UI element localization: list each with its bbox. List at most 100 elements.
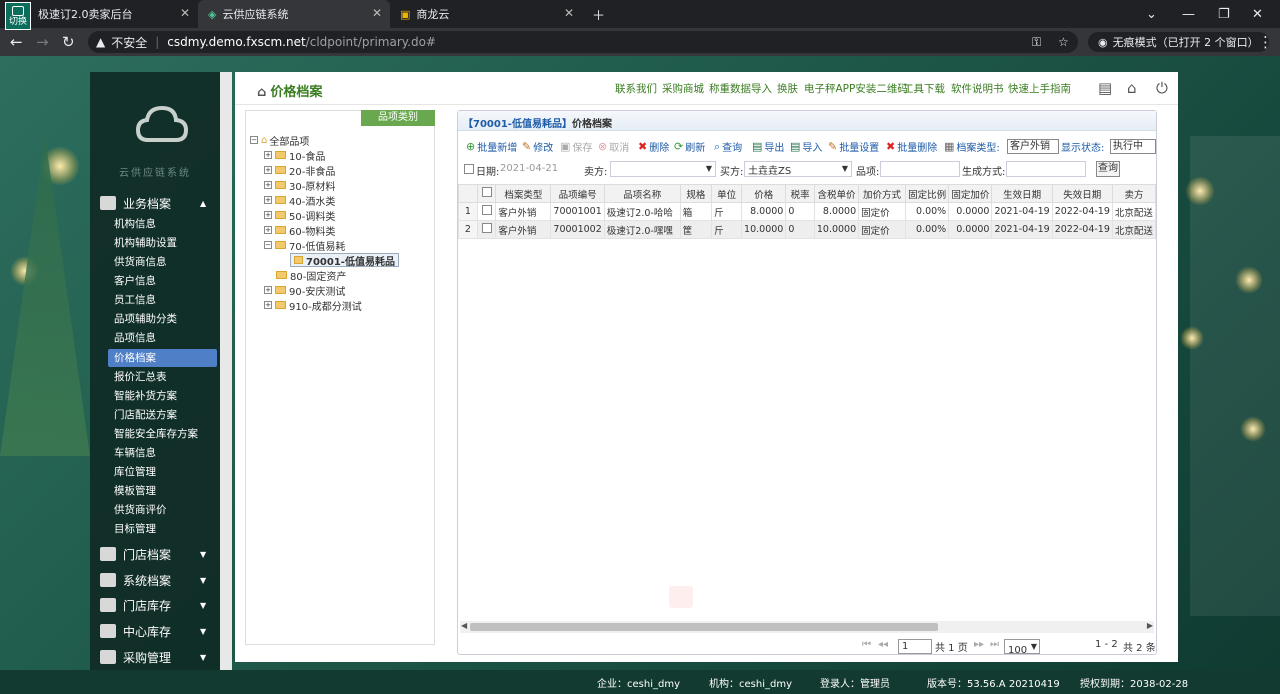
next-page-icon[interactable]: ▸▸ bbox=[974, 639, 984, 650]
forward-icon[interactable]: → bbox=[36, 33, 49, 51]
menu-group-purchase[interactable]: 采购管理 ▼ bbox=[100, 646, 206, 668]
new-tab-icon[interactable]: ＋ bbox=[592, 0, 605, 28]
date-checkbox[interactable] bbox=[464, 164, 474, 174]
edit-button[interactable]: ✎ 修改 bbox=[522, 139, 553, 154]
menu-item[interactable]: 目标管理 bbox=[108, 520, 217, 538]
link-mall[interactable]: 采购商城 bbox=[662, 81, 704, 96]
row-checkbox[interactable] bbox=[476, 220, 497, 239]
horizontal-scrollbar[interactable]: ◀ ▶ bbox=[460, 621, 1154, 633]
keyboard-icon[interactable]: ▤ bbox=[1098, 79, 1112, 97]
column-header[interactable]: 档案类型 bbox=[495, 184, 552, 203]
export-button[interactable]: ▤ 导出 bbox=[752, 139, 784, 154]
menu-group-store-stock[interactable]: 门店库存 ▼ bbox=[100, 594, 206, 616]
tree-node[interactable]: +60-物料类 bbox=[264, 223, 335, 238]
profile-menu-icon[interactable]: ⌄ bbox=[1146, 0, 1157, 28]
archive-type-select[interactable]: 客户外销 bbox=[1007, 139, 1059, 154]
row-checkbox[interactable] bbox=[476, 202, 497, 221]
link-app-qrcode[interactable]: 电子秤APP安装二维码 bbox=[804, 81, 908, 96]
menu-item[interactable]: 车辆信息 bbox=[108, 444, 217, 462]
home-nav-icon[interactable]: ⌂ bbox=[1127, 79, 1137, 97]
column-header[interactable]: 价格 bbox=[741, 184, 787, 203]
link-skin[interactable]: 换肤 bbox=[777, 81, 798, 96]
menu-item[interactable]: 品项信息 bbox=[108, 329, 217, 347]
tree-node[interactable]: 80-固定资产 bbox=[276, 268, 346, 283]
tree-node[interactable]: +10-食品 bbox=[264, 148, 325, 163]
table-row[interactable]: 1 客户外销 70001001 极速订2.0-哈哈 箱 斤 8.0000 0 8… bbox=[458, 202, 1157, 221]
close-tab-icon[interactable]: ✕ bbox=[180, 6, 190, 20]
menu-item[interactable]: 模板管理 bbox=[108, 482, 217, 500]
menu-item[interactable]: 报价汇总表 bbox=[108, 368, 217, 386]
menu-item[interactable]: 员工信息 bbox=[108, 291, 217, 309]
column-header[interactable]: 固定加价 bbox=[948, 184, 993, 203]
column-header[interactable]: 失效日期 bbox=[1051, 184, 1113, 203]
menu-item[interactable]: 供货商信息 bbox=[108, 253, 217, 271]
link-contact[interactable]: 联系我们 bbox=[615, 81, 657, 96]
link-weigh-import[interactable]: 称重数据导入 bbox=[709, 81, 772, 96]
cancel-button[interactable]: ⊗ 取消 bbox=[598, 139, 629, 154]
batch-add-button[interactable]: ⊕ 批量新增 bbox=[466, 139, 517, 154]
refresh-button[interactable]: ⟳ 刷新 bbox=[674, 139, 705, 154]
menu-item[interactable]: 门店配送方案 bbox=[108, 406, 217, 424]
reload-icon[interactable]: ↻ bbox=[62, 33, 75, 51]
tree-node[interactable]: +50-调料类 bbox=[264, 208, 335, 223]
column-header[interactable]: 单位 bbox=[711, 184, 743, 203]
import-button[interactable]: ▤ 导入 bbox=[790, 139, 822, 154]
tree-node[interactable]: −70-低值易耗 bbox=[264, 238, 345, 253]
browser-tab[interactable]: 极速订2.0卖家后台 ✕ bbox=[28, 0, 198, 28]
close-window-icon[interactable]: ✕ bbox=[1252, 0, 1263, 28]
menu-item[interactable]: 智能补货方案 bbox=[108, 387, 217, 405]
menu-item-active[interactable]: 价格档案 bbox=[108, 349, 217, 367]
menu-group-system[interactable]: 系统档案 ▼ bbox=[100, 569, 206, 591]
item-input[interactable] bbox=[880, 161, 960, 177]
column-header[interactable]: 加价方式 bbox=[858, 184, 906, 203]
batch-set-button[interactable]: ✎ 批量设置 bbox=[828, 139, 879, 154]
back-icon[interactable]: ← bbox=[10, 33, 23, 51]
column-header[interactable]: 税率 bbox=[785, 184, 815, 203]
prev-page-icon[interactable]: ◂◂ bbox=[878, 639, 888, 650]
menu-group-business[interactable]: 业务档案 ▲ bbox=[100, 192, 206, 214]
power-icon[interactable]: ⏻ bbox=[1156, 79, 1168, 97]
tree-node[interactable]: +40-酒水类 bbox=[264, 193, 335, 208]
column-header[interactable]: 含税单价 bbox=[813, 184, 860, 203]
query-button[interactable]: ⌕ 查询 bbox=[714, 139, 742, 155]
menu-item[interactable]: 供货商评价 bbox=[108, 501, 217, 519]
menu-item[interactable]: 库位管理 bbox=[108, 463, 217, 481]
column-header[interactable]: 卖方 bbox=[1111, 184, 1157, 203]
column-header[interactable]: 品项编号 bbox=[550, 184, 605, 203]
minimize-icon[interactable]: — bbox=[1182, 0, 1195, 28]
table-row[interactable]: 2 客户外销 70001002 极速订2.0-嘿嘿 筐 斤 10.0000 0 … bbox=[458, 220, 1157, 239]
delete-button[interactable]: ✖ 删除 bbox=[638, 139, 669, 154]
select-all-checkbox[interactable] bbox=[476, 184, 497, 203]
tree-node[interactable]: +910-成都分测试 bbox=[264, 298, 362, 313]
sidebar-scrollbar[interactable] bbox=[220, 72, 232, 670]
more-menu-icon[interactable]: ⋮ bbox=[1258, 33, 1273, 51]
display-status-select[interactable]: 执行中 bbox=[1110, 139, 1156, 154]
menu-item[interactable]: 机构辅助设置 bbox=[108, 234, 217, 252]
star-icon[interactable]: ☆ bbox=[1058, 35, 1069, 49]
page-input[interactable]: 1 bbox=[898, 639, 932, 654]
url-field[interactable]: ▲ 不安全 | csdmy.demo.fxscm.net/cldpoint/pr… bbox=[88, 31, 1078, 53]
browser-tab-active[interactable]: ◈ 云供应链系统 ✕ bbox=[198, 0, 390, 28]
menu-item[interactable]: 品项辅助分类 bbox=[108, 310, 217, 328]
column-header[interactable]: 固定比例 bbox=[904, 184, 950, 203]
menu-group-center-stock[interactable]: 中心库存 ▼ bbox=[100, 620, 206, 642]
menu-item[interactable]: 机构信息 bbox=[108, 215, 217, 233]
batch-delete-button[interactable]: ✖ 批量删除 bbox=[886, 139, 937, 154]
key-icon[interactable]: ⚿ bbox=[1032, 35, 1041, 50]
link-manual[interactable]: 软件说明书 bbox=[951, 81, 1004, 96]
tree-root[interactable]: − ⌂ 全部品项 bbox=[250, 133, 309, 148]
close-tab-icon[interactable]: ✕ bbox=[372, 6, 382, 20]
tree-node[interactable]: +30-原材料 bbox=[264, 178, 335, 193]
page-size-select[interactable]: 100 ▼ bbox=[1004, 639, 1040, 656]
tree-node[interactable]: +90-安庆测试 bbox=[264, 283, 345, 298]
link-tool-download[interactable]: 工具下载 bbox=[903, 81, 945, 96]
first-page-icon[interactable]: ⏮ bbox=[862, 639, 871, 650]
column-header[interactable]: 品项名称 bbox=[603, 184, 681, 203]
switch-button[interactable]: 切换 bbox=[5, 2, 31, 30]
maximize-icon[interactable]: ❐ bbox=[1218, 0, 1230, 28]
buyer-select[interactable]: 土垚垚ZS ▼ bbox=[744, 161, 852, 177]
browser-tab[interactable]: ▣ 商龙云 ✕ bbox=[390, 0, 582, 28]
menu-item[interactable]: 智能安全库存方案 bbox=[108, 425, 217, 443]
link-quickstart[interactable]: 快速上手指南 bbox=[1008, 81, 1071, 96]
query-submit-button[interactable]: 查询 bbox=[1096, 161, 1120, 177]
